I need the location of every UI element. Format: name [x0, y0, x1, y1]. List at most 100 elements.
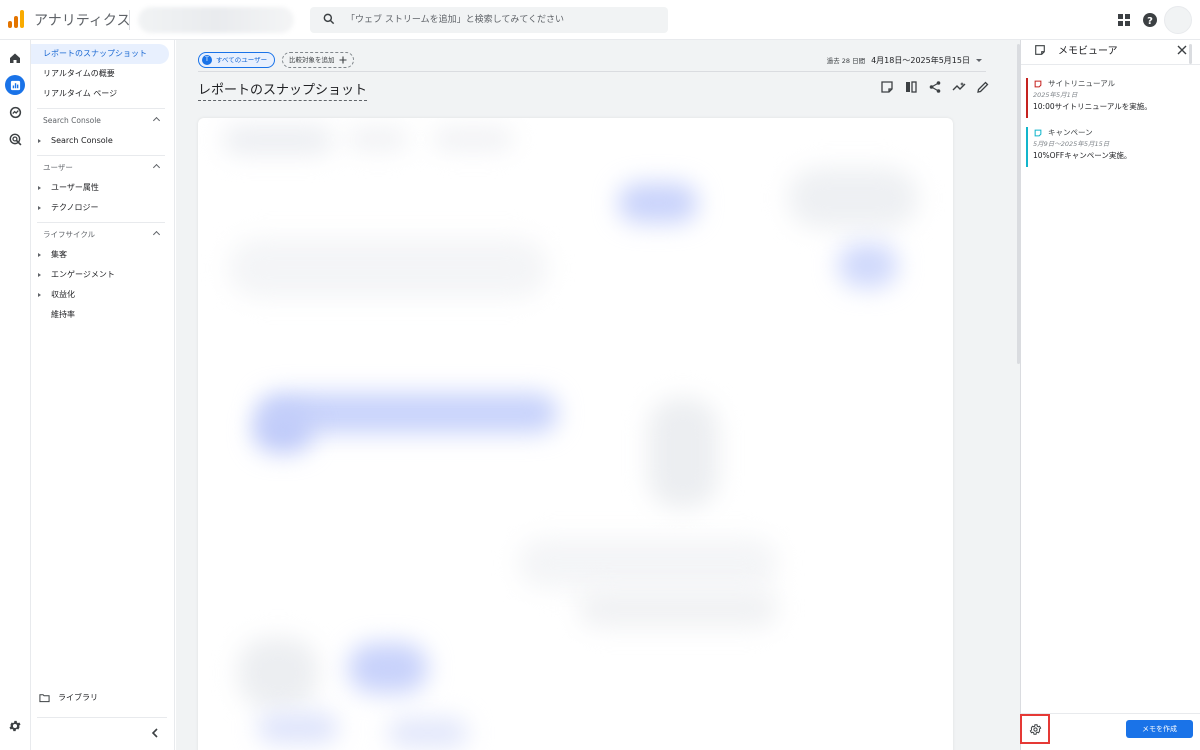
report-card-blurred	[198, 118, 953, 750]
memo-date: 5月9日～2025年5月15日	[1033, 140, 1110, 148]
nav-item-realtime-overview[interactable]: リアルタイムの概要	[31, 64, 169, 84]
memo-card-campaign[interactable]: キャンペーン 5月9日～2025年5月15日 10%OFFキャンペーン実施。	[1026, 127, 1186, 167]
nav-item-search-console[interactable]: Search Console	[31, 131, 169, 151]
blurred-content	[253, 408, 313, 453]
library-label: ライブラリ	[58, 693, 98, 702]
blurred-content	[228, 238, 548, 298]
nav-item-label: 維持率	[51, 310, 75, 319]
nav-section-label: ライフサイクル	[43, 230, 96, 239]
advertising-icon	[9, 133, 21, 145]
memo-icon[interactable]	[880, 80, 894, 94]
date-range-value: 4月18日～2025年5月15日	[871, 55, 970, 65]
share-icon[interactable]	[928, 80, 942, 94]
search-box[interactable]	[310, 7, 668, 33]
expand-arrow-icon	[38, 253, 41, 257]
nav-divider	[37, 108, 165, 109]
expand-arrow-icon	[38, 186, 41, 190]
memo-card-renewal[interactable]: サイトリニューアル 2025年5月1日 10:00サイトリニューアルを実施。	[1026, 78, 1186, 118]
memo-description: 10:00サイトリニューアルを実施。	[1033, 102, 1152, 111]
memo-viewer-panel: メモビューア サイトリニューアル 2025年5月1日 10:00サイトリニューア…	[1020, 40, 1200, 750]
title-divider	[129, 10, 130, 30]
page-title[interactable]: レポートのスナップショット	[198, 79, 368, 101]
nav-item-label: エンゲージメント	[51, 270, 115, 279]
rail-explore-button[interactable]	[5, 102, 25, 122]
blurred-content	[648, 398, 718, 508]
explore-icon	[9, 106, 21, 118]
avatar[interactable]	[1164, 6, 1192, 34]
nav-section-label: ユーザー	[43, 163, 73, 172]
nav-item-realtime-pages[interactable]: リアルタイム ページ	[31, 84, 169, 104]
add-comparison-chip[interactable]: 比較対象を追加	[282, 52, 354, 68]
nav-item-acquisition[interactable]: 集客	[31, 245, 169, 265]
expand-arrow-icon	[38, 273, 41, 277]
close-icon[interactable]	[1176, 44, 1188, 56]
rail-advertising-button[interactable]	[5, 129, 25, 149]
nav-item-demographics[interactable]: ユーザー属性	[31, 178, 169, 198]
collapse-nav-chevron-icon[interactable]	[148, 726, 162, 740]
rail-reports-button[interactable]	[5, 75, 25, 95]
chevron-up-icon	[152, 163, 161, 172]
apps-grid-icon[interactable]	[1114, 10, 1134, 30]
blurred-content	[223, 126, 333, 154]
main-divider	[198, 71, 986, 72]
caret-down-icon	[976, 58, 982, 62]
account-selector[interactable]	[138, 7, 294, 33]
date-range-prefix: 過去 28 日間	[826, 57, 866, 65]
blurred-content	[433, 128, 513, 150]
nav-item-technology[interactable]: テクノロジー	[31, 198, 169, 218]
search-input[interactable]	[346, 10, 656, 30]
segment-badge: T	[202, 55, 212, 65]
memo-settings-button[interactable]	[1020, 714, 1050, 744]
nav-section-label: Search Console	[43, 116, 101, 125]
blurred-content	[388, 718, 468, 748]
blurred-content	[238, 638, 318, 708]
insights-icon[interactable]	[952, 80, 966, 94]
compare-icon[interactable]	[904, 80, 918, 94]
memo-color-bar	[1026, 78, 1028, 118]
nav-item-monetization[interactable]: 収益化	[31, 285, 169, 305]
nav-item-label: ユーザー属性	[51, 183, 99, 192]
blurred-content	[578, 588, 778, 628]
all-users-label: すべてのユーザー	[216, 56, 268, 64]
nav-item-retention[interactable]: 維持率	[31, 305, 169, 325]
nav-item-label: 収益化	[51, 290, 75, 299]
chevron-up-icon	[152, 230, 161, 239]
edit-icon[interactable]	[976, 80, 990, 94]
library-link[interactable]: ライブラリ	[39, 690, 98, 706]
expand-arrow-icon	[38, 206, 41, 210]
memo-panel-title: メモビューア	[1058, 46, 1118, 57]
nav-item-engagement[interactable]: エンゲージメント	[31, 265, 169, 285]
nav-item-snapshot[interactable]: レポートのスナップショット	[31, 44, 169, 64]
search-icon	[323, 13, 335, 25]
nav-section-users[interactable]: ユーザー	[31, 158, 165, 178]
create-memo-button[interactable]: メモを作成	[1126, 720, 1193, 738]
plus-icon	[339, 56, 346, 64]
settings-gear-icon[interactable]	[8, 719, 22, 733]
folder-icon	[39, 694, 50, 703]
memo-title: キャンペーン	[1048, 128, 1093, 137]
date-range-picker[interactable]: 過去 28 日間 4月18日～2025年5月15日	[827, 52, 982, 68]
left-rail	[0, 40, 31, 750]
nav-panel: レポートのスナップショット リアルタイムの概要 リアルタイム ページ Searc…	[31, 40, 175, 750]
all-users-chip[interactable]: T すべてのユーザー	[198, 52, 276, 68]
analytics-logo-icon[interactable]	[8, 10, 26, 28]
rail-home-button[interactable]	[5, 48, 25, 68]
expand-arrow-icon	[38, 293, 41, 297]
nav-divider	[37, 222, 165, 223]
memo-divider	[1021, 64, 1200, 65]
main-content: T すべてのユーザー 比較対象を追加 過去 28 日間 4月18日～2025年5…	[176, 40, 1020, 750]
gear-icon	[1029, 723, 1041, 735]
help-icon[interactable]: ?	[1140, 10, 1160, 30]
memo-color-bar	[1026, 127, 1028, 167]
nav-section-lifecycle[interactable]: ライフサイクル	[31, 225, 165, 245]
memo-scrollbar[interactable]	[1189, 44, 1192, 64]
blurred-content	[618, 183, 698, 223]
memo-description: 10%OFFキャンペーン実施。	[1033, 151, 1132, 160]
blurred-content	[838, 243, 898, 288]
memo-note-icon	[1034, 129, 1042, 136]
memo-date: 2025年5月1日	[1033, 91, 1078, 99]
reports-icon	[10, 80, 20, 90]
nav-section-search-console[interactable]: Search Console	[31, 111, 165, 131]
nav-divider	[37, 717, 167, 718]
app-title: アナリティクス	[34, 13, 131, 29]
